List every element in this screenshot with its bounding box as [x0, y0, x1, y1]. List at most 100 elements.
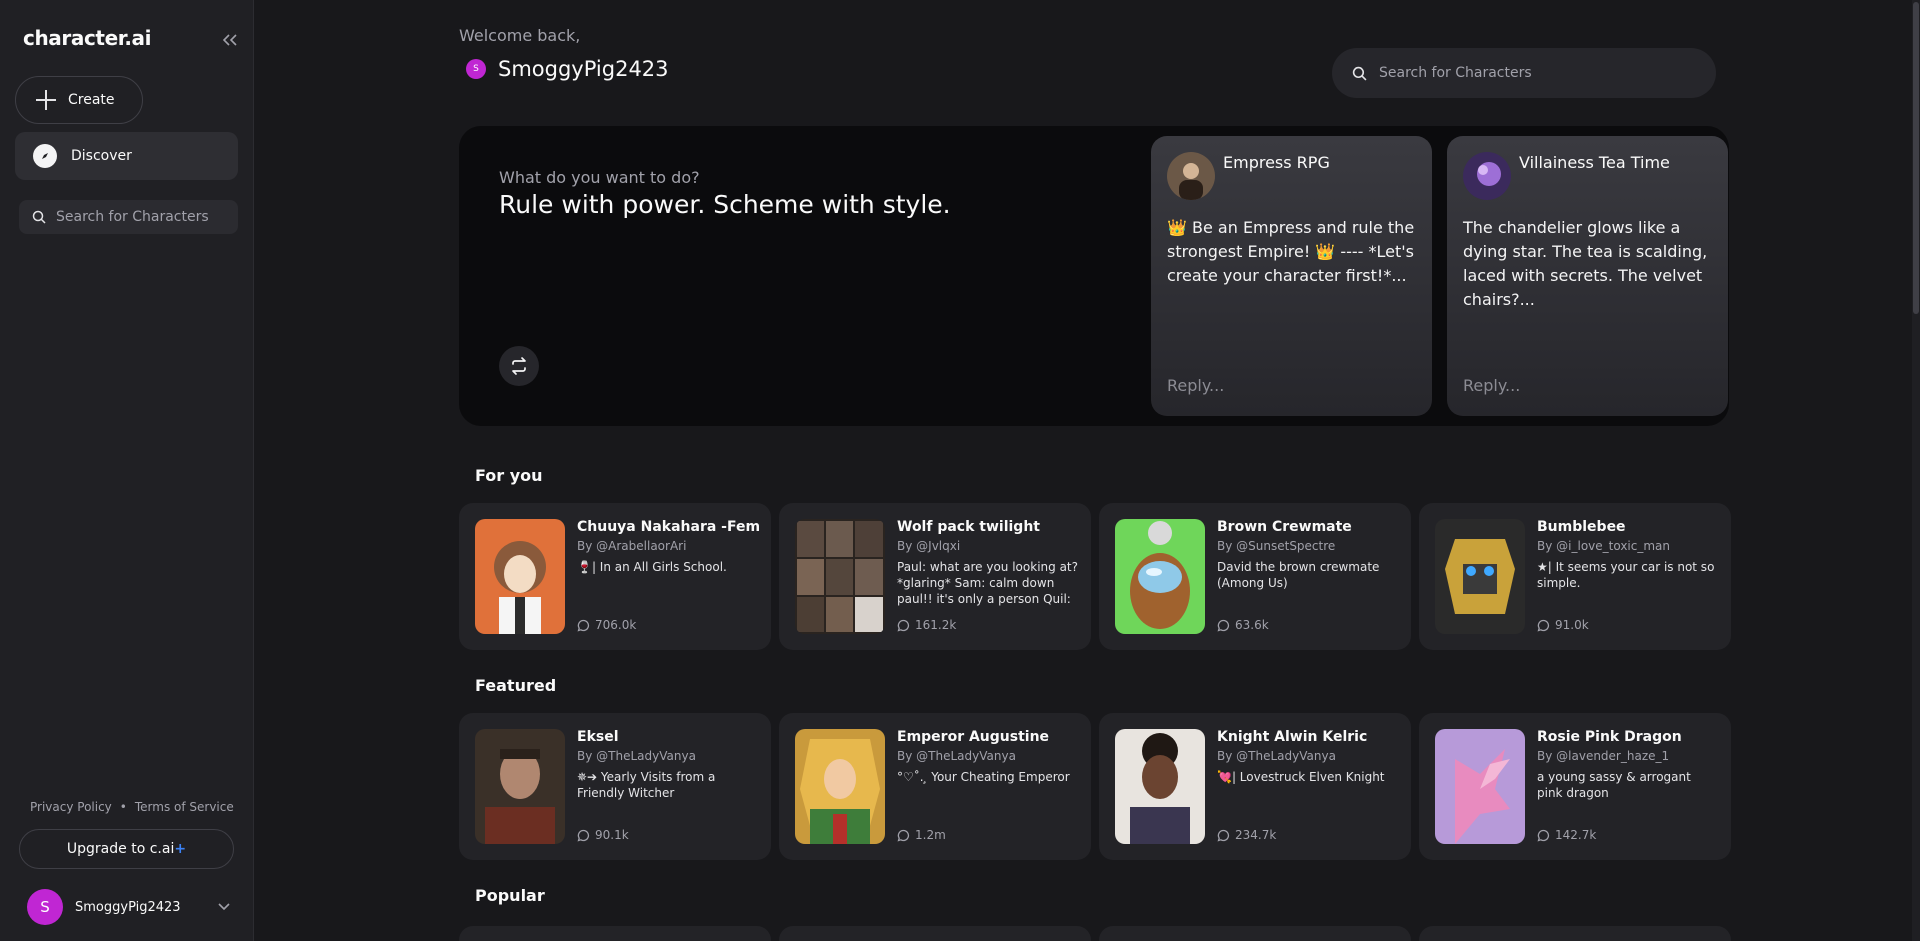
- character-card[interactable]: [459, 926, 771, 941]
- character-author: By @lavender_haze_1: [1537, 749, 1670, 763]
- upgrade-plus: +: [174, 841, 187, 857]
- character-card[interactable]: [1099, 926, 1411, 941]
- character-thumbnail: [1115, 729, 1205, 844]
- chat-count: 1.2m: [897, 828, 946, 842]
- character-description: 💘| Lovestruck Elven Knight: [1217, 770, 1385, 784]
- top-search[interactable]: [1332, 48, 1716, 98]
- refresh-icon: [512, 357, 526, 375]
- chat-count-value: 63.6k: [1235, 618, 1269, 632]
- character-description: °♡˚. ̧ Your Cheating Emperor: [897, 770, 1070, 784]
- create-button[interactable]: Create: [15, 76, 143, 124]
- character-thumbnail: [1435, 519, 1525, 634]
- character-card[interactable]: Brown Crewmate By @SunsetSpectre David t…: [1099, 503, 1411, 650]
- scrollbar[interactable]: [1912, 0, 1920, 941]
- character-title: Bumblebee: [1537, 519, 1626, 535]
- chat-bubble-icon: [897, 829, 910, 841]
- character-description: ✵➔ Yearly Visits from a Friendly Witcher: [577, 770, 716, 800]
- welcome-text: Welcome back,: [459, 26, 581, 45]
- section-title-popular: Popular: [475, 886, 545, 905]
- chat-bubble-icon: [1537, 829, 1550, 841]
- reply-input[interactable]: Reply...: [1463, 376, 1520, 395]
- chat-count: 90.1k: [577, 828, 629, 842]
- character-thumbnail: [475, 729, 565, 844]
- chat-count: 234.7k: [1217, 828, 1276, 842]
- character-description: Paul: what are you looking at? *glaring*…: [897, 560, 1078, 606]
- character-description: a young sassy & arrogant pink dragon: [1537, 770, 1691, 800]
- logo[interactable]: character.ai: [23, 26, 151, 50]
- avatar: S: [27, 889, 63, 925]
- chat-count-value: 142.7k: [1555, 828, 1597, 842]
- character-thumbnail: [795, 729, 885, 844]
- top-search-input[interactable]: [1379, 65, 1699, 81]
- character-author: By @ArabellaorAri: [577, 539, 687, 553]
- chat-count-value: 234.7k: [1235, 828, 1277, 842]
- character-title: Rosie Pink Dragon: [1537, 729, 1682, 745]
- user-name: SmoggyPig2423: [75, 899, 181, 915]
- character-title: Brown Crewmate: [1217, 519, 1352, 535]
- character-card[interactable]: Rosie Pink Dragon By @lavender_haze_1 a …: [1419, 713, 1731, 860]
- chat-count-value: 91.0k: [1555, 618, 1589, 632]
- footer-links: Privacy Policy • Terms of Service: [30, 800, 234, 814]
- hero-character-card[interactable]: Villainess Tea Time The chandelier glows…: [1447, 136, 1728, 416]
- chat-count: 91.0k: [1537, 618, 1589, 632]
- chat-count-value: 161.2k: [915, 618, 957, 632]
- upgrade-label: Upgrade to c.ai: [66, 841, 175, 857]
- sidebar-search-input[interactable]: [56, 209, 226, 225]
- character-author: By @TheLadyVanya: [897, 749, 1016, 763]
- character-name: Empress RPG: [1223, 153, 1330, 172]
- terms-link[interactable]: Terms of Service: [135, 800, 234, 814]
- section-title-for-you: For you: [475, 466, 543, 485]
- character-title: Knight Alwin Kelric: [1217, 729, 1368, 745]
- user-menu[interactable]: S SmoggyPig2423: [27, 889, 230, 925]
- character-description: David the brown crewmate (Among Us): [1217, 560, 1380, 590]
- chat-count: 142.7k: [1537, 828, 1596, 842]
- collapse-sidebar-button[interactable]: [220, 30, 240, 50]
- sidebar-item-discover[interactable]: Discover: [15, 132, 238, 180]
- character-description: 🍷| In an All Girls School.: [577, 560, 727, 574]
- refresh-button[interactable]: [499, 346, 539, 386]
- character-thumbnail: [1115, 519, 1205, 634]
- character-title: Wolf pack twilight: [897, 519, 1040, 535]
- discover-label: Discover: [71, 148, 132, 164]
- character-greeting: 👑 Be an Empress and rule the strongest E…: [1167, 218, 1415, 285]
- character-card[interactable]: Emperor Augustine By @TheLadyVanya °♡˚. …: [779, 713, 1091, 860]
- scrollbar-thumb[interactable]: [1913, 2, 1919, 314]
- chat-bubble-icon: [1217, 829, 1230, 841]
- character-author: By @TheLadyVanya: [577, 749, 696, 763]
- character-author: By @i_love_toxic_man: [1537, 539, 1671, 553]
- plus-icon: [36, 90, 56, 110]
- sidebar: character.ai Create Discover Privacy Pol…: [0, 0, 254, 941]
- footer-separator: •: [119, 800, 127, 814]
- character-card[interactable]: Chuuya Nakahara -Fem By @ArabellaorAri 🍷…: [459, 503, 771, 650]
- chevron-down-icon: [218, 903, 230, 911]
- character-card[interactable]: Eksel By @TheLadyVanya ✵➔ Yearly Visits …: [459, 713, 771, 860]
- character-avatar: [1167, 152, 1215, 200]
- character-card[interactable]: [779, 926, 1091, 941]
- character-title: Eksel: [577, 729, 619, 745]
- character-card[interactable]: Bumblebee By @i_love_toxic_man ★| It see…: [1419, 503, 1731, 650]
- character-card[interactable]: [1419, 926, 1731, 941]
- chat-count: 706.0k: [577, 618, 636, 632]
- character-author: By @Jvlqxi: [897, 539, 961, 553]
- chat-count-value: 1.2m: [915, 828, 946, 842]
- user-greeting: S SmoggyPig2423: [466, 57, 669, 81]
- character-card[interactable]: Wolf pack twilight By @Jvlqxi Paul: what…: [779, 503, 1091, 650]
- compass-icon: [33, 144, 57, 168]
- chat-count: 161.2k: [897, 618, 956, 632]
- character-title: Emperor Augustine: [897, 729, 1050, 745]
- reply-input[interactable]: Reply...: [1167, 376, 1224, 395]
- sidebar-search[interactable]: [19, 200, 238, 234]
- create-label: Create: [68, 92, 115, 108]
- section-title-featured: Featured: [475, 676, 557, 695]
- character-description: ★| It seems your car is not so simple.: [1537, 560, 1715, 590]
- search-icon: [1352, 66, 1367, 80]
- username: SmoggyPig2423: [498, 57, 669, 81]
- chat-count-value: 706.0k: [595, 618, 637, 632]
- upgrade-button[interactable]: Upgrade to c.ai +: [19, 829, 234, 869]
- chat-bubble-icon: [897, 619, 910, 631]
- character-card[interactable]: Knight Alwin Kelric By @TheLadyVanya 💘| …: [1099, 713, 1411, 860]
- character-thumbnail: [1435, 729, 1525, 844]
- privacy-policy-link[interactable]: Privacy Policy: [30, 800, 112, 814]
- character-author: By @SunsetSpectre: [1217, 539, 1336, 553]
- hero-character-card[interactable]: Empress RPG 👑 Be an Empress and rule the…: [1151, 136, 1432, 416]
